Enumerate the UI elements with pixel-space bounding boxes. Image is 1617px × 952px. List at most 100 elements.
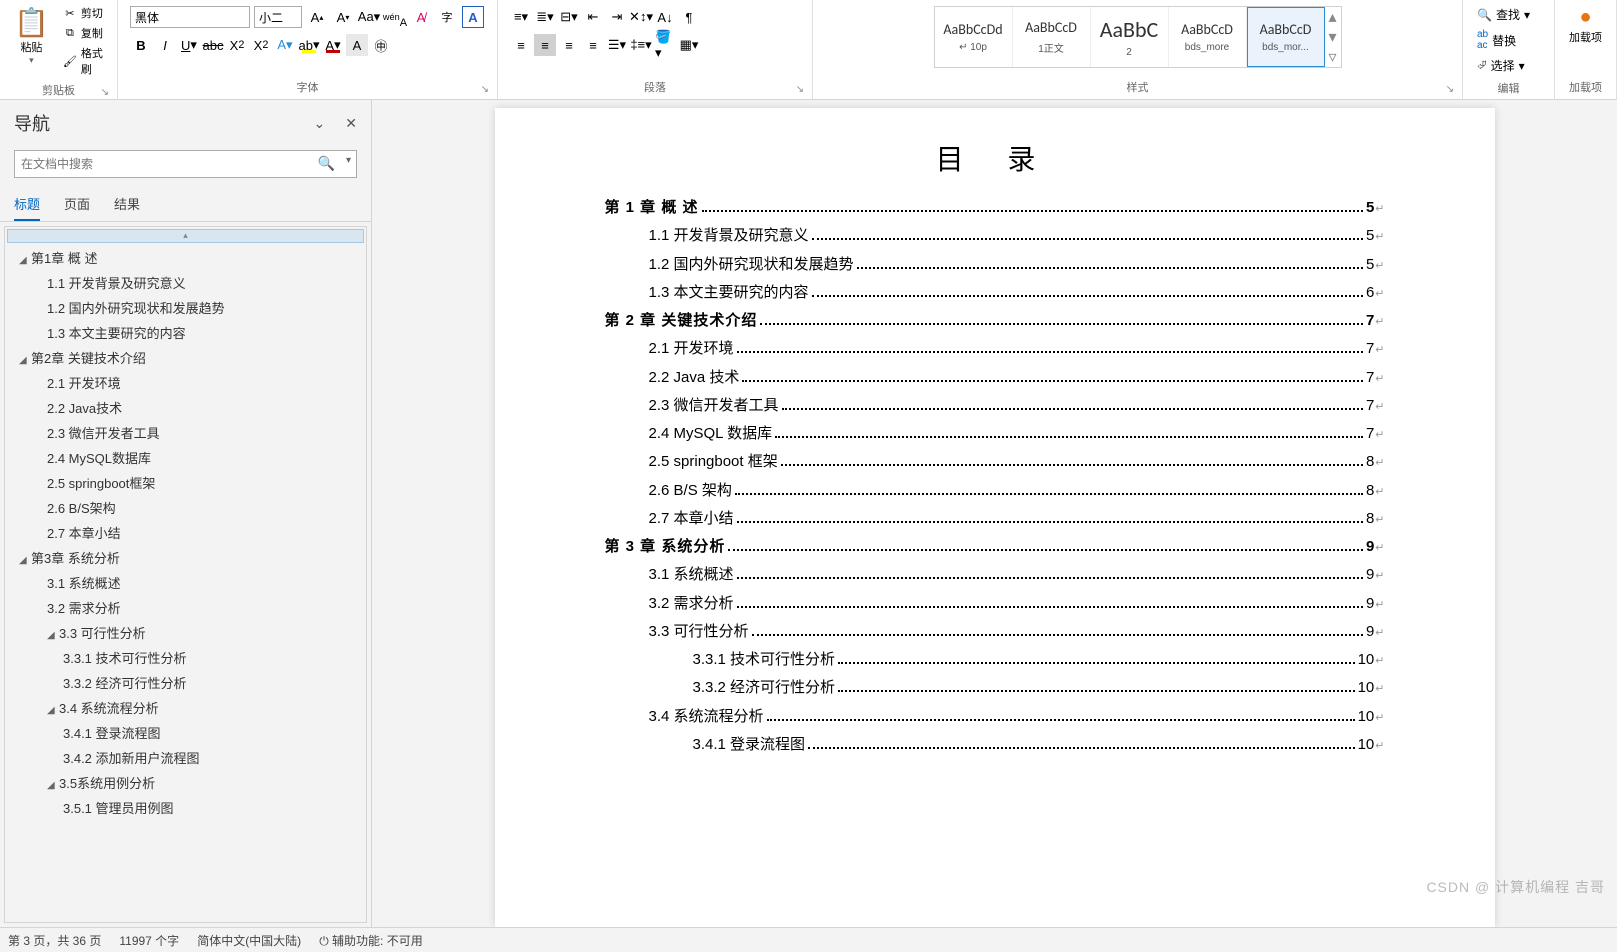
bold-button[interactable]: B	[130, 34, 152, 56]
tree-item[interactable]: ◢3.3 可行性分析	[5, 620, 366, 645]
toc-row[interactable]: 1.1 开发背景及研究意义5↵	[605, 224, 1385, 247]
numbering-button[interactable]: ≣▾	[534, 6, 556, 28]
toc-row[interactable]: 2.1 开发环境7↵	[605, 337, 1385, 360]
subscript-button[interactable]: X2	[226, 34, 248, 56]
distribute-button[interactable]: ☰▾	[606, 34, 628, 56]
cut-button[interactable]: ✂剪切	[61, 4, 107, 22]
tree-item[interactable]: 2.3 微信开发者工具	[5, 420, 366, 445]
tree-item[interactable]: ◢3.5系统用例分析	[5, 770, 366, 795]
addins-button[interactable]: ● 加载项	[1561, 2, 1610, 49]
sort-button[interactable]: A↓	[654, 6, 676, 28]
styles-launcher-icon[interactable]: ↘	[1446, 84, 1454, 95]
decrease-indent-button[interactable]: ⇤	[582, 6, 604, 28]
borders-button[interactable]: ▦▾	[678, 34, 700, 56]
tree-item[interactable]: 3.1 系统概述	[5, 570, 366, 595]
tree-item[interactable]: 1.1 开发背景及研究意义	[5, 270, 366, 295]
font-size-combo[interactable]	[254, 6, 302, 28]
toc-row[interactable]: 3.4.1 登录流程图10↵	[605, 733, 1385, 756]
nav-collapse-bar[interactable]: ▴	[7, 229, 364, 243]
tree-item[interactable]: 2.1 开发环境	[5, 370, 366, 395]
toc-row[interactable]: 1.3 本文主要研究的内容6↵	[605, 281, 1385, 304]
nav-tab[interactable]: 标题	[14, 188, 40, 221]
tree-item[interactable]: ◢第1章 概 述	[5, 245, 366, 270]
toc-row[interactable]: 2.5 springboot 框架8↵	[605, 450, 1385, 473]
align-center-button[interactable]: ≡	[534, 34, 556, 56]
select-button[interactable]: ⮰选择 ▾	[1473, 55, 1529, 76]
toc-row[interactable]: 2.7 本章小结8↵	[605, 507, 1385, 530]
clipboard-launcher-icon[interactable]: ↘	[101, 87, 109, 98]
change-case-button[interactable]: Aa▾	[358, 6, 380, 28]
tree-item[interactable]: ◢3.4 系统流程分析	[5, 695, 366, 720]
tree-item[interactable]: ◢第3章 系统分析	[5, 545, 366, 570]
toc-row[interactable]: 1.2 国内外研究现状和发展趋势5↵	[605, 253, 1385, 276]
tree-item[interactable]: ◢第2章 关键技术介绍	[5, 345, 366, 370]
tree-item[interactable]: 3.5.1 管理员用例图	[5, 795, 366, 820]
replace-button[interactable]: abac替换	[1473, 27, 1520, 53]
toc-row[interactable]: 2.3 微信开发者工具7↵	[605, 394, 1385, 417]
italic-button[interactable]: I	[154, 34, 176, 56]
toc-row[interactable]: 3.3.1 技术可行性分析10↵	[605, 648, 1385, 671]
char-shading-button[interactable]: A	[346, 34, 368, 56]
style-item[interactable]: AaBbCcD1正文	[1013, 7, 1091, 67]
shrink-font-button[interactable]: A▾	[332, 6, 354, 28]
font-launcher-icon[interactable]: ↘	[481, 84, 489, 95]
toc-row[interactable]: 第 1 章 概 述5↵	[605, 196, 1385, 219]
nav-close-button[interactable]: ✕	[345, 115, 357, 132]
nav-tab[interactable]: 结果	[114, 188, 140, 221]
superscript-button[interactable]: X2	[250, 34, 272, 56]
status-page[interactable]: 第 3 页，共 36 页	[8, 932, 101, 949]
multilevel-button[interactable]: ⊟▾	[558, 6, 580, 28]
toc-row[interactable]: 2.2 Java 技术7↵	[605, 366, 1385, 389]
char-border-button[interactable]: A	[462, 6, 484, 28]
status-a11y[interactable]: ⏻ 辅助功能: 不可用	[319, 932, 423, 949]
styles-gallery[interactable]: AaBbCcDd↵ 10pAaBbCcD1正文AaBbC2 AaBbCcDbds_…	[934, 6, 1342, 68]
document-area[interactable]: 目 录 第 1 章 概 述5↵1.1 开发背景及研究意义5↵1.2 国内外研究现…	[372, 100, 1617, 927]
enclose-button[interactable]: ㊥	[370, 34, 392, 56]
underline-button[interactable]: U▾	[178, 34, 200, 56]
status-words[interactable]: 11997 个字	[119, 932, 179, 949]
tree-item[interactable]: 3.3.2 经济可行性分析	[5, 670, 366, 695]
tree-item[interactable]: 1.2 国内外研究现状和发展趋势	[5, 295, 366, 320]
status-lang[interactable]: 简体中文(中国大陆)	[197, 932, 301, 949]
style-item[interactable]: AaBbCcDbds_mor...	[1247, 7, 1325, 67]
tree-item[interactable]: 3.3.1 技术可行性分析	[5, 645, 366, 670]
align-right-button[interactable]: ≡	[558, 34, 580, 56]
tree-item[interactable]: 3.2 需求分析	[5, 595, 366, 620]
format-painter-button[interactable]: 🖌格式刷	[61, 44, 107, 78]
tree-item[interactable]: 3.4.1 登录流程图	[5, 720, 366, 745]
search-dropdown-icon[interactable]: ▾	[346, 155, 351, 166]
font-name-combo[interactable]	[130, 6, 250, 28]
text-effects-button[interactable]: A▾	[274, 34, 296, 56]
tree-item[interactable]: 2.6 B/S架构	[5, 495, 366, 520]
tree-item[interactable]: 3.4.2 添加新用户流程图	[5, 745, 366, 770]
text-direction-button[interactable]: ✕↕▾	[630, 6, 652, 28]
enclose-char-button[interactable]: 字	[436, 6, 458, 28]
strikethrough-button[interactable]: abc	[202, 34, 224, 56]
show-marks-button[interactable]: ¶	[678, 6, 700, 28]
toc-row[interactable]: 第 3 章 系统分析9↵	[605, 535, 1385, 558]
bullets-button[interactable]: ≡▾	[510, 6, 532, 28]
toc-row[interactable]: 第 2 章 关键技术介绍7↵	[605, 309, 1385, 332]
font-color-button[interactable]: A▾	[322, 34, 344, 56]
phonetic-guide-button[interactable]: wénA	[384, 6, 406, 28]
tree-item[interactable]: 2.5 springboot框架	[5, 470, 366, 495]
style-item[interactable]: AaBbC2	[1091, 7, 1169, 67]
grow-font-button[interactable]: A▴	[306, 6, 328, 28]
find-button[interactable]: 🔍查找 ▾	[1473, 4, 1534, 25]
nav-dropdown-button[interactable]: ⌄	[314, 115, 326, 132]
toc-row[interactable]: 3.1 系统概述9↵	[605, 563, 1385, 586]
line-spacing-button[interactable]: ‡≡▾	[630, 34, 652, 56]
copy-button[interactable]: ⧉复制	[61, 24, 107, 42]
toc-row[interactable]: 2.6 B/S 架构8↵	[605, 479, 1385, 502]
tree-item[interactable]: 2.4 MySQL数据库	[5, 445, 366, 470]
gallery-more-button[interactable]: ▴▾▿	[1325, 7, 1341, 67]
toc-row[interactable]: 3.2 需求分析9↵	[605, 592, 1385, 615]
paragraph-launcher-icon[interactable]: ↘	[796, 84, 804, 95]
toc-row[interactable]: 3.4 系统流程分析10↵	[605, 705, 1385, 728]
toc-row[interactable]: 3.3.2 经济可行性分析10↵	[605, 676, 1385, 699]
tree-item[interactable]: 2.2 Java技术	[5, 395, 366, 420]
search-icon[interactable]: 🔍	[318, 155, 335, 172]
style-item[interactable]: AaBbCcDd↵ 10p	[935, 7, 1013, 67]
nav-search-input[interactable]	[14, 150, 357, 178]
paste-button[interactable]: 📋 粘贴 ▾	[6, 2, 57, 70]
